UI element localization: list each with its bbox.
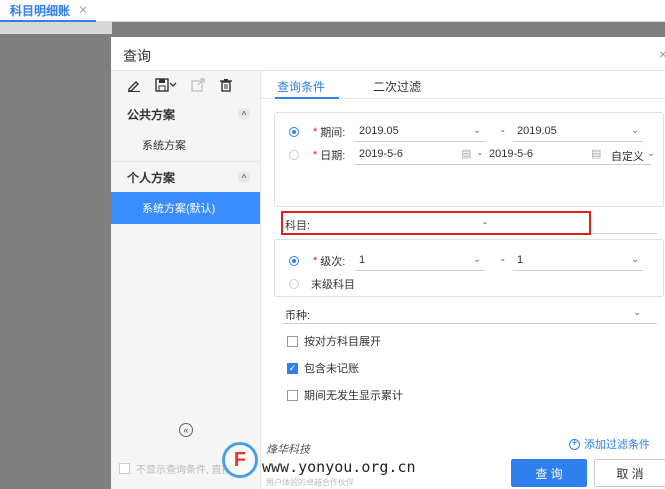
period-label: 期间: <box>320 127 346 139</box>
watermark-url: www.yonyou.org.cn <box>262 458 416 476</box>
highlight-box <box>281 211 591 235</box>
watermark-tagline: 用户体验的卓越合作伙伴 <box>266 478 354 487</box>
watermark-company: 烽华科技 <box>266 444 310 456</box>
checkbox[interactable] <box>119 463 130 474</box>
dash: - <box>478 148 482 160</box>
currency-underline <box>283 323 657 324</box>
scheme-panel: 公共方案 ^ 系统方案 个人方案 ^ 系统方案(默认) « <box>111 71 261 489</box>
option-label: 包含未记账 <box>304 363 359 375</box>
scheme-toolbar <box>111 71 260 99</box>
last-level-radio[interactable] <box>289 279 299 289</box>
query-dialog: 查询 × 公共方案 ^ 系统方案 个人方案 ^ 系统方案(默认) « 查询条件 … <box>111 37 665 489</box>
level-from-value[interactable]: 1 <box>359 254 365 266</box>
period-to-underline <box>513 141 643 142</box>
group-public-schemes[interactable]: 公共方案 ^ <box>111 99 260 129</box>
group-label: 个人方案 <box>127 170 176 185</box>
group-label: 公共方案 <box>127 107 176 122</box>
last-level-label: 末级科目 <box>311 279 355 291</box>
chevron-down-icon[interactable]: ⌄ <box>631 125 639 136</box>
option-label: 按对方科目展开 <box>304 336 381 348</box>
period-from-underline <box>355 141 485 142</box>
query-conditions-panel: 查询条件 二次过滤 * 期间: 2019.05 ⌄ - 2019.05 ⌄ * … <box>261 71 665 489</box>
required-mark: * <box>313 126 318 138</box>
date-row: * 日期: <box>289 147 345 163</box>
checkbox-checked[interactable]: ✓ <box>287 362 298 374</box>
save-icon[interactable] <box>155 78 177 92</box>
cancel-button[interactable]: 取 消 <box>594 459 665 487</box>
period-row: * 期间: <box>289 124 345 140</box>
watermark: F 烽华科技 www.yonyou.org.cn 用户体验的卓越合作伙伴 <box>222 438 442 488</box>
condition-tabs: 查询条件 二次过滤 <box>261 71 665 99</box>
level-from-underline <box>355 270 485 271</box>
chevron-down-icon[interactable]: ⌄ <box>631 254 639 265</box>
active-tab-indicator <box>275 97 339 99</box>
period-to-value[interactable]: 2019.05 <box>517 125 557 137</box>
currency-row: 币种: <box>285 307 310 323</box>
dialog-header: 查询 × <box>111 37 665 71</box>
required-mark: * <box>313 255 318 267</box>
date-label: 日期: <box>320 150 346 162</box>
add-filter-label: 添加过滤条件 <box>584 439 650 451</box>
period-from-value[interactable]: 2019.05 <box>359 125 399 137</box>
chevron-down-icon[interactable]: ⌄ <box>473 125 481 136</box>
last-level-row: 末级科目 <box>289 276 355 292</box>
top-tab-bar: 科目明细账 ✕ <box>0 0 665 22</box>
chevron-up-icon[interactable]: ^ <box>238 108 250 120</box>
level-to-underline <box>513 270 643 271</box>
level-to-value[interactable]: 1 <box>517 254 523 266</box>
chevron-up-icon[interactable]: ^ <box>238 171 250 183</box>
watermark-logo: F <box>222 442 258 478</box>
export-icon[interactable] <box>191 78 205 92</box>
level-panel: * 级次: 1 ⌄ - 1 ⌄ 末级科目 <box>274 239 664 297</box>
scheme-item-system[interactable]: 系统方案 <box>111 129 260 161</box>
level-radio[interactable] <box>289 256 299 266</box>
custom-range-dropdown[interactable]: 自定义 <box>611 148 644 164</box>
hide-conditions-label: 不显示查询条件, 直接 <box>136 465 232 476</box>
tab-label: 科目明细账 <box>10 3 71 18</box>
option-show-cumulative[interactable]: 期间无发生显示累计 <box>287 387 403 403</box>
checkbox[interactable] <box>287 389 298 401</box>
chevron-down-icon[interactable]: ⌄ <box>633 307 641 318</box>
edit-icon[interactable] <box>127 78 141 92</box>
checkbox[interactable] <box>287 335 298 347</box>
tab-query-conditions[interactable]: 查询条件 <box>277 78 325 95</box>
hide-conditions-option[interactable]: 不显示查询条件, 直接 <box>119 461 232 476</box>
period-radio[interactable] <box>289 127 299 137</box>
add-filter-link[interactable]: + 添加过滤条件 <box>569 436 650 452</box>
date-from-value[interactable]: 2019-5-6 <box>359 148 403 160</box>
dash: - <box>501 125 505 137</box>
option-label: 期间无发生显示累计 <box>304 390 403 402</box>
dialog-title: 查询 <box>123 48 151 64</box>
date-to-value[interactable]: 2019-5-6 <box>489 148 533 160</box>
tab-subject-ledger[interactable]: 科目明细账 ✕ <box>0 0 97 22</box>
close-icon[interactable]: × <box>659 46 665 62</box>
group-personal-schemes[interactable]: 个人方案 ^ <box>111 162 260 192</box>
chevron-down-icon[interactable]: ⌄ <box>647 148 655 159</box>
date-radio[interactable] <box>289 150 299 160</box>
collapse-panel-icon[interactable]: « <box>179 423 193 437</box>
close-icon[interactable]: ✕ <box>78 3 88 17</box>
tab-secondary-filter[interactable]: 二次过滤 <box>373 78 421 95</box>
period-panel: * 期间: 2019.05 ⌄ - 2019.05 ⌄ * 日期: 2019-5… <box>274 112 664 207</box>
required-mark: * <box>313 149 318 161</box>
dash: - <box>501 254 505 266</box>
plus-circle-icon: + <box>569 438 580 450</box>
chevron-down-icon[interactable]: ⌄ <box>473 254 481 265</box>
option-include-unposted[interactable]: ✓ 包含未记账 <box>287 360 359 376</box>
currency-label: 币种: <box>285 310 311 322</box>
level-label: 级次: <box>320 256 346 268</box>
delete-icon[interactable] <box>219 78 233 92</box>
background-strip <box>0 22 112 34</box>
calendar-icon[interactable]: ▤ <box>591 147 601 160</box>
query-button[interactable]: 查 询 <box>511 459 587 487</box>
calendar-icon[interactable]: ▤ <box>461 147 471 160</box>
level-row: * 级次: <box>289 253 345 269</box>
scheme-item-system-default[interactable]: 系统方案(默认) <box>111 192 260 224</box>
option-expand-counter-subject[interactable]: 按对方科目展开 <box>287 333 381 349</box>
date-underline <box>355 164 651 165</box>
